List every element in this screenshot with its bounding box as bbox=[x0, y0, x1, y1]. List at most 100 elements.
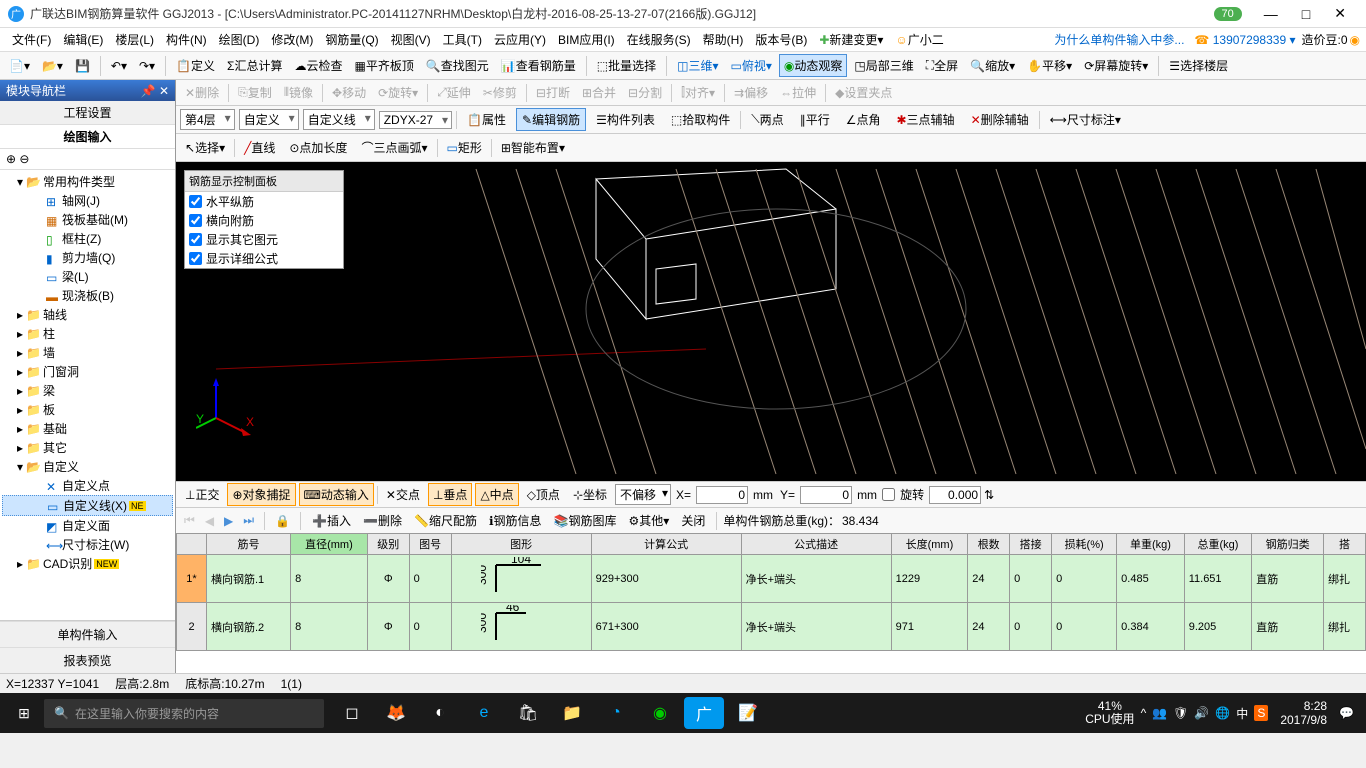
parallel-button[interactable]: ∥ 平行 bbox=[794, 108, 836, 131]
close-button[interactable]: ✕ bbox=[1322, 5, 1358, 22]
tree-wall-folder[interactable]: ▸📁墙 bbox=[2, 343, 173, 362]
new-change-button[interactable]: ✚新建变更 ▾ bbox=[815, 29, 887, 50]
rotate-input[interactable] bbox=[929, 486, 981, 504]
menu-component[interactable]: 构件(N) bbox=[160, 29, 213, 50]
insert-row-button[interactable]: ➕ 插入 bbox=[307, 510, 356, 531]
tree-custom-line[interactable]: ▭自定义线(X)NE bbox=[2, 495, 173, 516]
nav-last[interactable]: ⏭ bbox=[239, 513, 258, 528]
tree-column[interactable]: ▯框柱(Z) bbox=[2, 229, 173, 248]
collapse-icon[interactable]: ⊖ bbox=[19, 152, 29, 166]
taskview-icon[interactable]: ◻ bbox=[332, 697, 372, 729]
col-len[interactable]: 长度(mm) bbox=[891, 534, 968, 555]
tree-custom-face[interactable]: ◩自定义面 bbox=[2, 516, 173, 535]
nav-first[interactable]: ⏮ bbox=[180, 513, 199, 528]
col-qty[interactable]: 根数 bbox=[968, 534, 1010, 555]
redo-button[interactable]: ↷▾ bbox=[134, 56, 160, 76]
top-view-button[interactable]: ▭ 俯视▾ bbox=[726, 54, 777, 77]
angle-button[interactable]: ∠ 点角 bbox=[840, 108, 887, 131]
menu-tool[interactable]: 工具(T) bbox=[437, 29, 488, 50]
tree-shearwall[interactable]: ▮剪力墙(Q) bbox=[2, 248, 173, 267]
expand-icon[interactable]: ⊕ bbox=[6, 152, 16, 166]
tray-sogou-icon[interactable]: S bbox=[1254, 705, 1268, 721]
cloud-check-button[interactable]: ☁ 云检查 bbox=[289, 54, 347, 77]
menu-draw[interactable]: 绘图(D) bbox=[213, 29, 266, 50]
tree-slab[interactable]: ▬现浇板(B) bbox=[2, 286, 173, 305]
tree-beam-folder[interactable]: ▸📁梁 bbox=[2, 381, 173, 400]
tree-axis[interactable]: ▸📁轴线 bbox=[2, 305, 173, 324]
edge-icon[interactable]: e bbox=[464, 697, 504, 729]
delete-row-button[interactable]: ➖ 删除 bbox=[358, 510, 407, 531]
menu-floor[interactable]: 楼层(L) bbox=[109, 29, 160, 50]
new-button[interactable]: 📄▾ bbox=[4, 56, 35, 76]
table-row[interactable]: 1* 横向钢筋.1 8 Φ 0 300104 929+300 净长+端头 122… bbox=[177, 555, 1366, 603]
tree-custom[interactable]: ▾📂自定义 bbox=[2, 457, 173, 476]
osnap-toggle[interactable]: ⊕ 对象捕捉 bbox=[227, 483, 295, 506]
col-uw[interactable]: 单重(kg) bbox=[1117, 534, 1185, 555]
x-input[interactable] bbox=[696, 486, 748, 504]
edit-rebar-button[interactable]: ✎ 编辑钢筋 bbox=[516, 108, 586, 131]
intersection-snap[interactable]: ✕ 交点 bbox=[381, 483, 425, 506]
delete-button[interactable]: ✕ 删除 bbox=[180, 82, 224, 103]
tray-sound-icon[interactable]: 🔊 bbox=[1194, 706, 1209, 720]
tree-grid[interactable]: ⊞轴网(J) bbox=[2, 191, 173, 210]
trim-button[interactable]: ✂ 修剪 bbox=[478, 82, 522, 103]
tree-opening-folder[interactable]: ▸📁门窗洞 bbox=[2, 362, 173, 381]
merge-button[interactable]: ⊞ 合并 bbox=[577, 82, 621, 103]
del-aux-button[interactable]: ✕ 删除辅轴 bbox=[965, 108, 1035, 131]
col-desc[interactable]: 公式描述 bbox=[741, 534, 891, 555]
menu-bim[interactable]: BIM应用(I) bbox=[552, 29, 621, 50]
y-input[interactable] bbox=[800, 486, 852, 504]
tab-single-input[interactable]: 单构件输入 bbox=[0, 621, 175, 647]
pin-icon[interactable]: 📌 bbox=[141, 84, 156, 98]
other-button[interactable]: ⚙ 其他▾ bbox=[624, 510, 675, 531]
app7-icon[interactable]: 广 bbox=[684, 697, 724, 729]
line-combo[interactable]: 自定义线 bbox=[303, 109, 375, 130]
notification-icon[interactable]: 💬 bbox=[1339, 706, 1354, 720]
tree-col-folder[interactable]: ▸📁柱 bbox=[2, 324, 173, 343]
tree-slab-folder[interactable]: ▸📁板 bbox=[2, 400, 173, 419]
opt-formula[interactable]: 显示详细公式 bbox=[185, 249, 343, 268]
fullscreen-button[interactable]: ⛶ 全屏 bbox=[921, 54, 963, 77]
col-formula[interactable]: 计算公式 bbox=[591, 534, 741, 555]
define-button[interactable]: 📋 定义 bbox=[171, 54, 220, 77]
col-lap[interactable]: 搭接 bbox=[1010, 534, 1052, 555]
user-button[interactable]: ☺广小二 bbox=[891, 29, 947, 50]
ruler-button[interactable]: 📏 缩尺配筋 bbox=[409, 510, 482, 531]
tray-network-icon[interactable]: 🌐 bbox=[1215, 706, 1230, 720]
col-loss[interactable]: 损耗(%) bbox=[1052, 534, 1117, 555]
close-table-button[interactable]: 关闭 bbox=[676, 510, 710, 531]
component-tree[interactable]: ▾📂常用构件类型 ⊞轴网(J) ▦筏板基础(M) ▯框柱(Z) ▮剪力墙(Q) … bbox=[0, 170, 175, 620]
select-floor-button[interactable]: ☰ 选择楼层 bbox=[1164, 54, 1233, 77]
tree-dim[interactable]: ⟷尺寸标注(W) bbox=[2, 535, 173, 554]
app8-icon[interactable]: 📝 bbox=[728, 697, 768, 729]
dim-button[interactable]: ⟷ 尺寸标注▾ bbox=[1044, 108, 1127, 131]
col-rownum[interactable] bbox=[177, 534, 207, 555]
screen-rotate-button[interactable]: ⟳ 屏幕旋转▾ bbox=[1079, 54, 1153, 77]
opt-transverse[interactable]: 横向附筋 bbox=[185, 211, 343, 230]
sum-button[interactable]: Σ 汇总计算 bbox=[222, 54, 287, 77]
smart-layout-tool[interactable]: ⊞ 智能布置 ▾ bbox=[496, 137, 570, 158]
tab-draw-input[interactable]: 绘图输入 bbox=[0, 125, 175, 149]
opt-other[interactable]: 显示其它图元 bbox=[185, 230, 343, 249]
mirror-button[interactable]: ⦀ 镜像 bbox=[279, 82, 318, 103]
rebar-info-button[interactable]: ℹ 钢筋信息 bbox=[484, 510, 547, 531]
tray-up-icon[interactable]: ^ bbox=[1141, 706, 1147, 720]
three-aux-button[interactable]: ✱ 三点辅轴 bbox=[890, 108, 960, 131]
tree-custom-point[interactable]: ✕自定义点 bbox=[2, 476, 173, 495]
tree-beam[interactable]: ▭梁(L) bbox=[2, 267, 173, 286]
nav-lock[interactable]: 🔒 bbox=[271, 514, 294, 528]
rebar-table[interactable]: 筋号 直径(mm) 级别 图号 图形 计算公式 公式描述 长度(mm) 根数 搭… bbox=[176, 533, 1366, 673]
col-code[interactable]: 图号 bbox=[409, 534, 451, 555]
menu-view[interactable]: 视图(V) bbox=[385, 29, 437, 50]
tree-common-types[interactable]: ▾📂常用构件类型 bbox=[2, 172, 173, 191]
chrome-icon[interactable]: ◐ bbox=[420, 697, 460, 729]
nav-next[interactable]: ▶ bbox=[220, 514, 237, 528]
line-tool[interactable]: ╱ 直线 bbox=[239, 137, 280, 158]
apex-snap[interactable]: ◇ 顶点 bbox=[522, 483, 565, 506]
3d-viewport[interactable]: 钢筋显示控制面板 水平纵筋 横向附筋 显示其它图元 显示详细公式 YX bbox=[176, 162, 1366, 481]
app6-icon[interactable]: ◉ bbox=[640, 697, 680, 729]
move-button[interactable]: ✥ 移动 bbox=[327, 82, 371, 103]
slab-button[interactable]: ▦ 平齐板顶 bbox=[349, 54, 418, 77]
menu-edit[interactable]: 编辑(E) bbox=[57, 29, 109, 50]
pan-button[interactable]: ✋ 平移▾ bbox=[1022, 54, 1077, 77]
